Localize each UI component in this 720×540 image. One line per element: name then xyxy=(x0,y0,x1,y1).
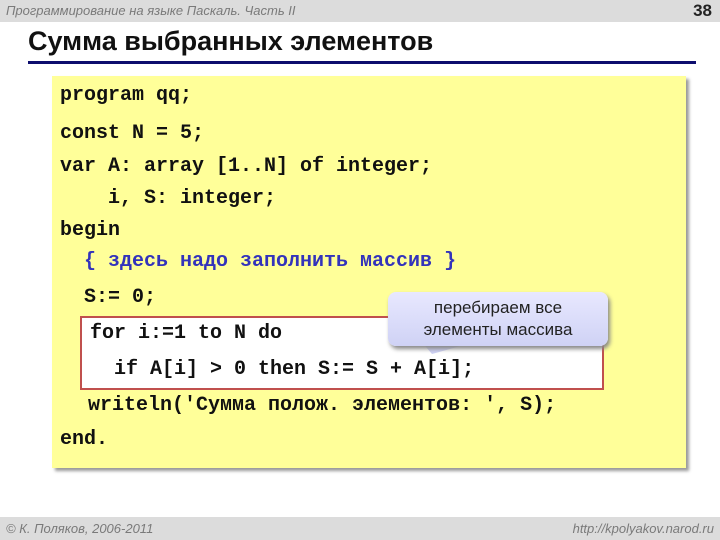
code-line-comment: { здесь надо заполнить массив } xyxy=(60,250,457,273)
header-bar: Программирование на языке Паскаль. Часть… xyxy=(0,0,720,22)
page-number: 38 xyxy=(693,1,712,20)
code-line-program: program qq; xyxy=(60,84,193,107)
footer-bar: © К. Поляков, 2006-2011 http://kpolyakov… xyxy=(0,517,720,540)
code-line-const: const N = 5; xyxy=(60,122,205,145)
code-line-init: S:= 0; xyxy=(60,286,157,309)
title-underline xyxy=(28,61,696,64)
course-title: Программирование на языке Паскаль. Часть… xyxy=(6,3,296,18)
callout-line-1: перебираем все xyxy=(433,298,563,317)
callout-line-2: элементы массива xyxy=(423,320,573,339)
code-line-vars2: i, S: integer; xyxy=(60,187,277,210)
site-url: http://kpolyakov.narod.ru xyxy=(572,521,714,536)
code-line-var: var A: array [1..N] of integer; xyxy=(60,155,433,178)
code-line-begin: begin xyxy=(60,219,121,242)
code-line-for: for i:=1 to N do xyxy=(66,322,283,345)
code-line-writeln: writeln('Сумма полож. элементов: ', S); xyxy=(64,394,557,417)
callout-note: перебираем все элементы массива xyxy=(388,292,608,346)
code-line-if: if A[i] > 0 then S:= S + A[i]; xyxy=(66,358,475,381)
code-line-end: end. xyxy=(60,428,109,451)
slide-title: Сумма выбранных элементов xyxy=(28,26,434,56)
copyright: © К. Поляков, 2006-2011 xyxy=(6,521,154,536)
